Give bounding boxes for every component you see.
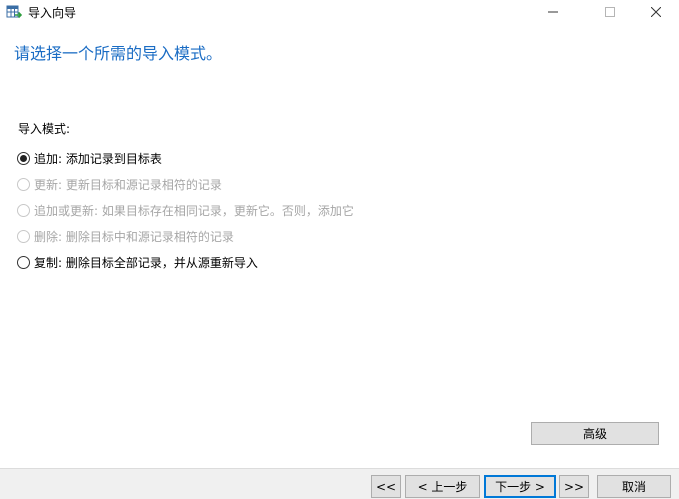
next-step-button[interactable]: 下一步 > (484, 475, 556, 498)
radio-delete (17, 229, 30, 243)
mode-option-update: 更新: 更新目标和源记录相符的记录 (17, 171, 354, 197)
mode-option-label: 删除: 删除目标中和源记录相符的记录 (34, 229, 234, 244)
mode-option-label: 更新: 更新目标和源记录相符的记录 (34, 177, 222, 192)
table-import-icon (6, 4, 23, 20)
import-mode-label: 导入模式: (18, 122, 71, 136)
close-button[interactable] (633, 0, 679, 26)
last-step-button[interactable]: >> (559, 475, 589, 498)
mode-option-copy[interactable]: 复制: 删除目标全部记录，并从源重新导入 (17, 249, 354, 275)
mode-option-append[interactable]: 追加: 添加记录到目标表 (17, 145, 354, 171)
mode-option-label: 复制: 删除目标全部记录，并从源重新导入 (34, 255, 258, 270)
close-icon (650, 6, 662, 20)
mode-option-append-or-update: 追加或更新: 如果目标存在相同记录，更新它。否则，添加它 (17, 197, 354, 223)
minimize-icon (548, 6, 558, 20)
radio-copy[interactable] (17, 255, 30, 269)
advanced-button[interactable]: 高级 (531, 422, 659, 445)
radio-append[interactable] (17, 151, 30, 165)
mode-option-label: 追加: 添加记录到目标表 (34, 151, 162, 166)
mode-option-label: 追加或更新: 如果目标存在相同记录，更新它。否则，添加它 (34, 203, 354, 218)
radio-update (17, 177, 30, 191)
maximize-icon (605, 6, 615, 20)
previous-step-button[interactable]: < 上一步 (405, 475, 480, 498)
radio-append-or-update (17, 203, 30, 217)
title-bar: 导入向导 (0, 0, 679, 26)
mode-option-delete: 删除: 删除目标中和源记录相符的记录 (17, 223, 354, 249)
first-step-button[interactable]: << (371, 475, 401, 498)
maximize-button[interactable] (587, 0, 633, 26)
window-title: 导入向导 (28, 6, 77, 20)
cancel-button[interactable]: 取消 (597, 475, 671, 498)
page-heading: 请选择一个所需的导入模式。 (14, 44, 223, 63)
minimize-button[interactable] (530, 0, 576, 26)
import-mode-options: 追加: 添加记录到目标表 更新: 更新目标和源记录相符的记录 追加或更新: 如果… (17, 145, 354, 275)
